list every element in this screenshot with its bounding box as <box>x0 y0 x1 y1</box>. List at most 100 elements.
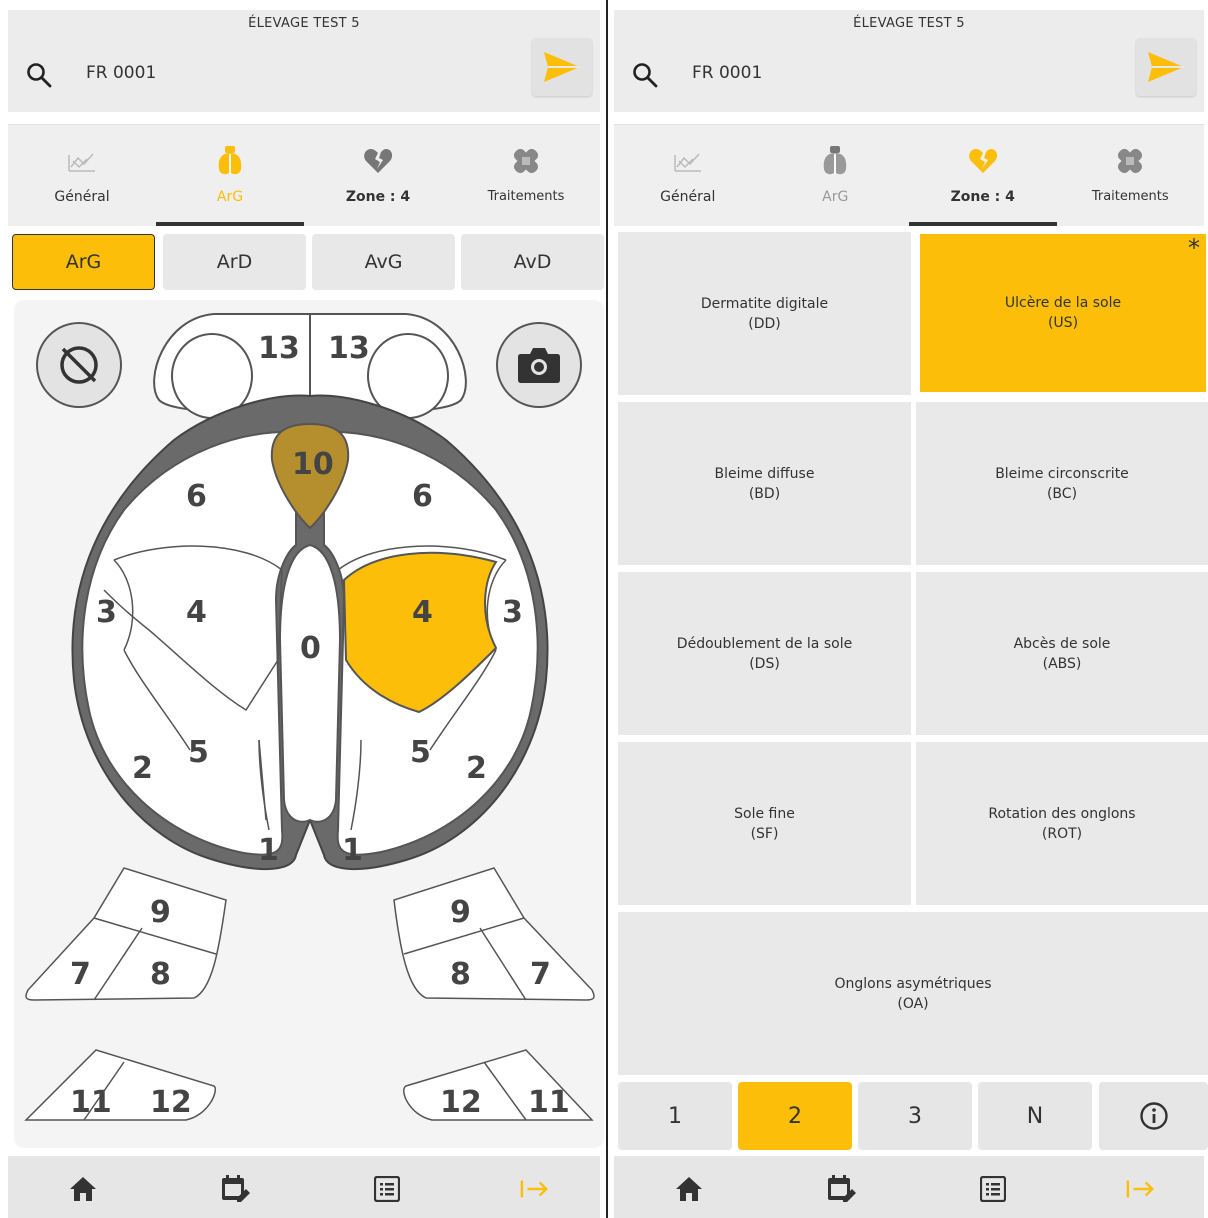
home-icon[interactable] <box>674 1174 704 1204</box>
zone-label: 3 <box>96 595 117 630</box>
chart-icon <box>64 145 100 177</box>
zone-label: 5 <box>188 735 209 770</box>
send-button[interactable] <box>1136 38 1196 96</box>
search-icon[interactable] <box>632 62 658 88</box>
lesion-dd[interactable]: Dermatite digitale (DD) <box>618 232 911 395</box>
foot-tab-arg[interactable]: ArG <box>12 234 155 290</box>
lesion-name: Bleime diffuse <box>714 465 815 482</box>
lesion-code: (DS) <box>749 655 780 672</box>
home-icon[interactable] <box>68 1174 98 1204</box>
camera-button[interactable] <box>496 322 582 408</box>
tab-traitements[interactable]: Traitements <box>1057 125 1205 226</box>
farm-title: ÉLEVAGE TEST 5 <box>248 16 360 31</box>
info-button[interactable] <box>1099 1082 1208 1150</box>
lesion-sf[interactable]: Sole fine (SF) <box>618 742 911 905</box>
foot-tab-avd[interactable]: AvD <box>461 234 604 290</box>
send-button[interactable] <box>532 38 592 96</box>
zone-label: 13 <box>328 331 370 366</box>
tab-traitements[interactable]: Traitements <box>452 125 600 226</box>
search-input[interactable]: FR 0001 <box>86 63 156 83</box>
tab-label: ArG <box>216 189 244 205</box>
exit-icon[interactable] <box>520 1174 550 1204</box>
bandage-icon <box>508 145 544 177</box>
tab-zone[interactable]: Zone : 4 <box>909 125 1057 226</box>
zone-label: 9 <box>150 895 171 930</box>
lesion-name: Onglons asymétriques <box>834 975 992 992</box>
zone-label: 9 <box>450 895 471 930</box>
lesion-code: (OA) <box>897 995 929 1012</box>
tab-general[interactable]: Général <box>614 125 762 226</box>
zone-label: 2 <box>132 751 153 786</box>
zone-label: 10 <box>292 447 334 482</box>
lesion-name: Dermatite digitale <box>700 295 829 312</box>
zone-0[interactable] <box>278 543 342 823</box>
bottom-nav <box>8 1156 600 1218</box>
tab-arg[interactable]: ArG <box>762 125 910 226</box>
tab-label: Traitements <box>1091 189 1169 204</box>
grade-n-button[interactable]: N <box>978 1082 1092 1150</box>
zone-label: 11 <box>528 1085 570 1120</box>
zone-label: 1 <box>258 833 279 868</box>
farm-title: ÉLEVAGE TEST 5 <box>853 16 965 31</box>
zone-label: 6 <box>412 479 433 514</box>
info-icon <box>1139 1102 1168 1130</box>
zone-label: 8 <box>150 957 171 992</box>
lesion-code: (ROT) <box>1041 825 1083 842</box>
hoof-diagram: 13 13 10 6 6 3 4 0 4 3 5 5 2 2 1 1 9 7 8… <box>24 313 595 1121</box>
lesion-ds[interactable]: Dédoublement de la sole (DS) <box>618 572 911 735</box>
zone-label: 12 <box>440 1085 482 1120</box>
lesion-name: Abcès de sole <box>1013 635 1111 652</box>
grade-2-button[interactable]: 2 <box>738 1082 852 1150</box>
zone-label: 2 <box>466 751 487 786</box>
tab-zone[interactable]: Zone : 4 <box>304 125 452 226</box>
foot-tab-ard[interactable]: ArD <box>163 234 306 290</box>
calendar-edit-icon[interactable] <box>220 1174 250 1204</box>
asterisk-marker: * <box>1188 234 1200 262</box>
list-icon[interactable] <box>978 1174 1008 1204</box>
tab-label: Général <box>54 189 110 205</box>
search-input[interactable]: FR 0001 <box>692 63 762 83</box>
exit-icon[interactable] <box>1126 1174 1156 1204</box>
camera-icon <box>518 348 560 383</box>
main-tabs: Général ArG Zone : 4 Traitements <box>8 124 600 226</box>
zone-label: 6 <box>186 479 207 514</box>
lesion-name: Sole fine <box>734 805 795 822</box>
zone-label: 0 <box>300 631 321 666</box>
tab-general[interactable]: Général <box>8 125 156 226</box>
right-screen: ÉLEVAGE TEST 5 FR 0001 Général ArG Zone … <box>610 0 1208 1218</box>
main-tabs: Général ArG Zone : 4 Traitements <box>614 124 1204 226</box>
foot-tab-avg[interactable]: AvG <box>312 234 455 290</box>
grade-3-button[interactable]: 3 <box>858 1082 972 1150</box>
lesion-name: Dédoublement de la sole <box>676 635 853 652</box>
lesion-name: Ulcère de la sole <box>1004 295 1122 311</box>
lesion-bc[interactable]: Bleime circonscrite (BC) <box>916 402 1208 565</box>
lesion-abs[interactable]: Abcès de sole (ABS) <box>916 572 1208 735</box>
bandage-icon <box>1112 145 1148 177</box>
lesion-us[interactable]: * Ulcère de la sole (US) <box>920 234 1206 392</box>
lesion-bd[interactable]: Bleime diffuse (BD) <box>618 402 911 565</box>
tab-arg[interactable]: ArG <box>156 125 304 226</box>
zone-label: 8 <box>450 957 471 992</box>
lesion-rot[interactable]: Rotation des onglons (ROT) <box>916 742 1208 905</box>
foot-selector: ArG ArD AvG AvD <box>12 234 604 292</box>
calendar-edit-icon[interactable] <box>826 1174 856 1204</box>
tab-label: Zone : 4 <box>345 189 411 205</box>
bottom-nav <box>614 1156 1204 1218</box>
tab-label: ArG <box>822 189 849 205</box>
lesion-code: (DD) <box>748 315 781 332</box>
left-screen: ÉLEVAGE TEST 5 FR 0001 Général ArG Zone … <box>0 0 604 1218</box>
no-photo-button[interactable] <box>36 322 122 408</box>
zone-label: 12 <box>150 1085 192 1120</box>
search-icon[interactable] <box>26 62 52 88</box>
wall-zone-right[interactable] <box>393 867 595 1001</box>
grade-1-button[interactable]: 1 <box>618 1082 732 1150</box>
zone-label: 11 <box>70 1085 112 1120</box>
send-icon <box>544 52 580 82</box>
broken-heart-icon <box>360 145 396 177</box>
lesion-code: (BC) <box>1046 485 1078 502</box>
list-icon[interactable] <box>372 1174 402 1204</box>
lesion-oa[interactable]: Onglons asymétriques (OA) <box>618 912 1208 1075</box>
hoof-icon <box>212 145 248 177</box>
hoof-diagram-area: 13 13 10 6 6 3 4 0 4 3 5 5 2 2 1 1 9 7 8… <box>14 300 604 1148</box>
wall-zone-left[interactable] <box>25 867 227 1001</box>
